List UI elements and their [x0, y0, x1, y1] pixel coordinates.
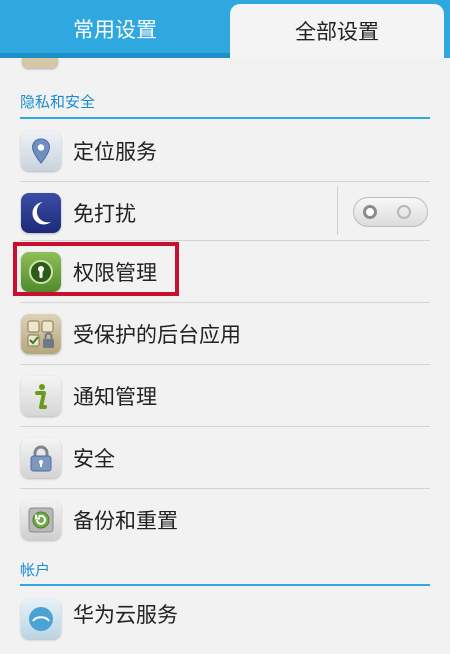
- settings-item-security[interactable]: 安全: [0, 427, 450, 488]
- settings-item-label: 免打扰: [73, 201, 136, 226]
- section-divider: [20, 584, 430, 586]
- switch-on-indicator: [397, 205, 411, 219]
- highlight-box: [13, 242, 179, 296]
- settings-item-label: 通知管理: [73, 384, 157, 409]
- section-header-accounts: 帐户: [20, 561, 51, 579]
- backup-restore-icon: [21, 499, 61, 540]
- settings-item-label: 华为云服务: [73, 603, 178, 627]
- settings-item-label: 定位服务: [73, 139, 157, 164]
- tab-bar: 常用设置 全部设置: [0, 0, 450, 58]
- do-not-disturb-switch[interactable]: [353, 197, 428, 227]
- padlock-icon: [21, 437, 61, 478]
- settings-item-backup-reset[interactable]: 备份和重置: [0, 489, 450, 550]
- moon-icon: [21, 192, 61, 233]
- switch-separator: [337, 186, 338, 235]
- tab-common-label: 常用设置: [73, 18, 157, 42]
- settings-item-label: 备份和重置: [73, 508, 178, 533]
- cloud-icon: [21, 599, 61, 639]
- settings-item-label: 安全: [73, 446, 115, 471]
- location-pin-icon: [21, 130, 61, 171]
- settings-item-label: 受保护的后台应用: [73, 322, 241, 347]
- protected-apps-icon: [21, 313, 61, 354]
- settings-item-cloud-service[interactable]: 华为云服务: [0, 593, 450, 654]
- tab-all-label: 全部设置: [295, 20, 379, 44]
- info-icon: [21, 375, 61, 416]
- tab-common-settings[interactable]: 常用设置: [0, 0, 230, 58]
- section-divider: [20, 117, 430, 119]
- tab-all-settings[interactable]: 全部设置: [230, 4, 444, 58]
- settings-item-location[interactable]: 定位服务: [0, 120, 450, 181]
- partial-item-icon: [22, 58, 58, 68]
- section-header-privacy: 隐私和安全: [20, 93, 96, 111]
- settings-item-notification-management[interactable]: 通知管理: [0, 365, 450, 426]
- switch-off-indicator: [363, 205, 377, 219]
- settings-item-protected-apps[interactable]: 受保护的后台应用: [0, 303, 450, 364]
